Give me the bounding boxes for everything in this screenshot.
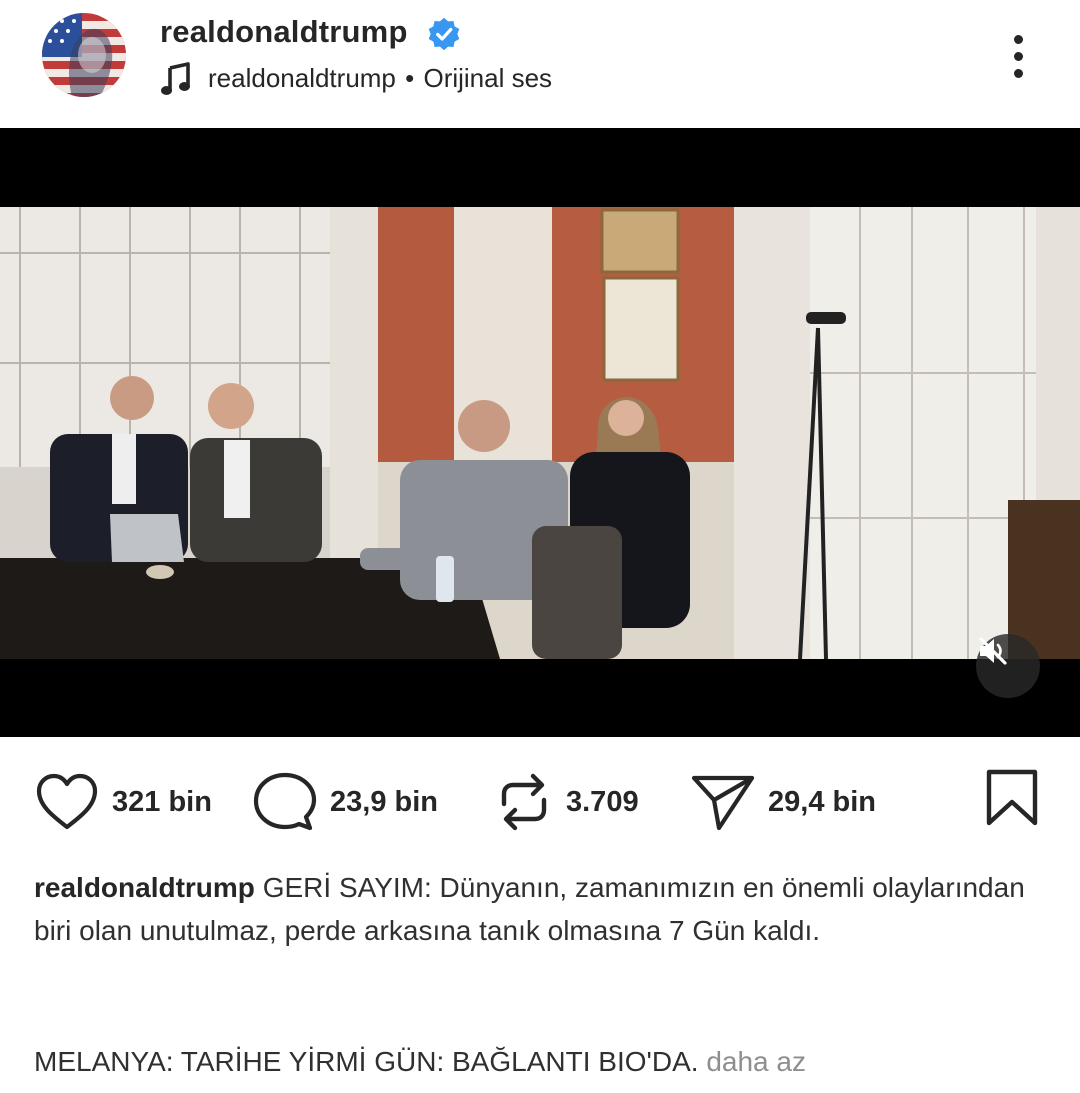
music-note-icon <box>161 62 190 95</box>
post-username[interactable]: realdonaldtrump <box>160 14 408 50</box>
comment-button[interactable]: 23,9 bin <box>252 765 438 839</box>
share-button[interactable]: 29,4 bin <box>690 765 876 839</box>
audio-attribution[interactable]: realdonaldtrump • Orijinal ses <box>208 63 552 94</box>
comment-bubble-icon <box>253 772 317 831</box>
send-icon <box>691 775 755 831</box>
verified-badge-icon <box>428 17 460 51</box>
like-button[interactable]: 321 bin <box>34 765 212 839</box>
avatar[interactable] <box>42 13 126 97</box>
share-count[interactable]: 29,4 bin <box>768 786 876 819</box>
audio-title[interactable]: Orijinal ses <box>423 63 552 93</box>
bookmark-icon[interactable] <box>984 768 1040 828</box>
post-caption: realdonaldtrump GERİ SAYIM: Dünyanın, za… <box>34 866 1044 952</box>
more-vertical-icon <box>1013 34 1023 44</box>
repost-button[interactable]: 3.709 <box>494 765 639 839</box>
show-less-link[interactable]: daha az <box>706 1046 806 1077</box>
video-frame <box>0 207 1080 660</box>
repost-icon <box>501 773 547 831</box>
like-count[interactable]: 321 bin <box>112 786 212 819</box>
more-vertical-icon-dot <box>1013 68 1023 78</box>
more-vertical-icon-dot <box>1013 51 1023 61</box>
repost-count[interactable]: 3.709 <box>566 786 639 819</box>
caption-second-paragraph: MELANYA: TARİHE YİRMİ GÜN: BAĞLANTI BIO'… <box>34 1046 699 1077</box>
caption-username[interactable]: realdonaldtrump <box>34 872 255 903</box>
heart-icon <box>36 773 98 830</box>
audio-owner[interactable]: realdonaldtrump <box>208 63 396 93</box>
post-caption-second: MELANYA: TARİHE YİRMİ GÜN: BAĞLANTI BIO'… <box>34 1040 1044 1083</box>
audio-separator: • <box>405 63 415 93</box>
post-video[interactable] <box>0 128 1080 737</box>
comment-count[interactable]: 23,9 bin <box>330 786 438 819</box>
speaker-muted-icon <box>979 637 1007 665</box>
more-options-button[interactable] <box>996 26 1040 86</box>
mute-toggle-button[interactable] <box>976 634 1040 698</box>
